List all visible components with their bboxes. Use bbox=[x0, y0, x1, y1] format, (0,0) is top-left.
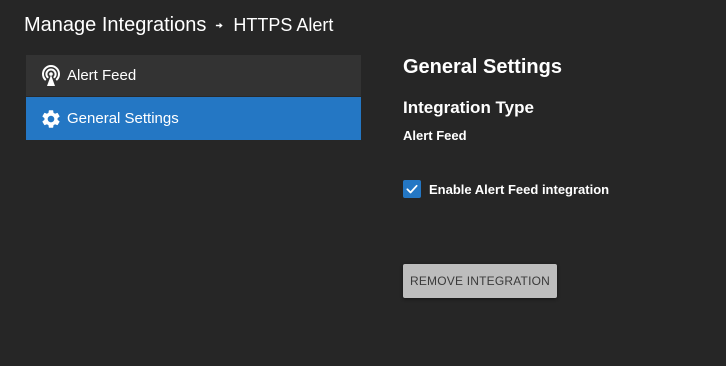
sidebar-item-label: General Settings bbox=[67, 110, 179, 127]
remove-integration-button[interactable]: REMOVE INTEGRATION bbox=[403, 264, 557, 298]
breadcrumb-current: HTTPS Alert bbox=[233, 14, 334, 35]
breadcrumb: Manage Integrations HTTPS Alert bbox=[24, 12, 333, 38]
sidebar-item-label: Alert Feed bbox=[67, 67, 137, 84]
gear-icon bbox=[39, 107, 63, 131]
integration-type-heading: Integration Type bbox=[403, 98, 534, 117]
antenna-icon bbox=[39, 64, 63, 88]
breadcrumb-manage-integrations[interactable]: Manage Integrations bbox=[24, 14, 206, 37]
manage-integrations-page: Manage Integrations HTTPS Alert Alert Fe… bbox=[0, 0, 726, 366]
enable-integration-checkbox[interactable] bbox=[403, 180, 421, 198]
settings-sidenav: Alert Feed General Settings bbox=[26, 55, 361, 140]
checkmark-icon bbox=[406, 184, 418, 194]
arrow-right-icon bbox=[215, 19, 224, 33]
integration-type-value: Alert Feed bbox=[403, 128, 467, 143]
sidebar-item-alert-feed[interactable]: Alert Feed bbox=[26, 55, 361, 97]
page-title: General Settings bbox=[403, 56, 562, 78]
sidebar-item-general-settings[interactable]: General Settings bbox=[26, 97, 361, 140]
enable-integration-label[interactable]: Enable Alert Feed integration bbox=[429, 182, 609, 197]
enable-integration-row: Enable Alert Feed integration bbox=[403, 180, 609, 198]
